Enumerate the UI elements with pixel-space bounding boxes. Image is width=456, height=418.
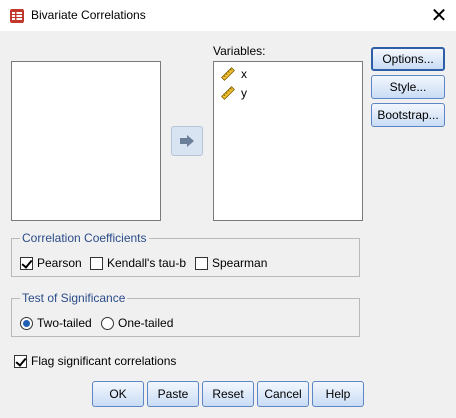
spss-app-icon [10, 9, 24, 23]
cancel-button[interactable]: Cancel [257, 381, 309, 407]
two-tailed-radio[interactable]: Two-tailed [20, 316, 92, 330]
scale-ruler-icon [221, 67, 235, 81]
one-tailed-label: One-tailed [118, 316, 174, 330]
pearson-label: Pearson [37, 256, 82, 270]
flag-significant-label: Flag significant correlations [31, 354, 177, 368]
spearman-label: Spearman [212, 256, 268, 270]
two-tailed-label: Two-tailed [37, 316, 92, 330]
pearson-checkbox[interactable]: Pearson [20, 256, 82, 270]
checkbox-box[interactable] [195, 256, 208, 270]
ok-button[interactable]: OK [92, 381, 144, 407]
title-bar: Bivariate Correlations ✕ [0, 0, 456, 31]
source-variable-list[interactable] [11, 61, 161, 221]
one-tailed-radio[interactable]: One-tailed [101, 316, 173, 330]
kendall-label: Kendall's tau-b [107, 256, 187, 270]
scale-ruler-icon [221, 86, 235, 100]
window-title: Bivariate Correlations [31, 8, 146, 22]
checkbox-box[interactable] [14, 354, 27, 368]
move-variable-button[interactable] [171, 126, 203, 156]
correlation-coefficients-group: Correlation Coefficients Pearson Kendall… [11, 231, 360, 277]
reset-button[interactable]: Reset [202, 381, 254, 407]
list-item[interactable]: x [220, 66, 247, 82]
variables-label: Variables: [213, 44, 266, 58]
correlation-coefficients-legend: Correlation Coefficients [20, 231, 149, 245]
bootstrap-button[interactable]: Bootstrap... [371, 103, 445, 127]
variable-name: y [241, 86, 247, 100]
kendall-checkbox[interactable]: Kendall's tau-b [90, 256, 186, 270]
checkbox-box[interactable] [90, 256, 103, 270]
radio-circle[interactable] [20, 316, 33, 330]
flag-significant-checkbox[interactable]: Flag significant correlations [14, 354, 176, 368]
spearman-checkbox[interactable]: Spearman [195, 256, 267, 270]
paste-button[interactable]: Paste [147, 381, 199, 407]
radio-circle[interactable] [101, 316, 114, 330]
target-variable-list[interactable]: x y [213, 61, 363, 221]
test-of-significance-group: Test of Significance Two-tailed One-tail… [11, 291, 360, 337]
arrow-right-icon [180, 135, 194, 147]
test-of-significance-legend: Test of Significance [20, 291, 128, 305]
style-button[interactable]: Style... [371, 75, 445, 99]
variable-name: x [241, 67, 247, 81]
list-item[interactable]: y [220, 85, 247, 101]
help-button[interactable]: Help [312, 381, 364, 407]
checkbox-box[interactable] [20, 256, 33, 270]
options-button[interactable]: Options... [371, 47, 445, 71]
close-icon[interactable]: ✕ [422, 0, 456, 31]
